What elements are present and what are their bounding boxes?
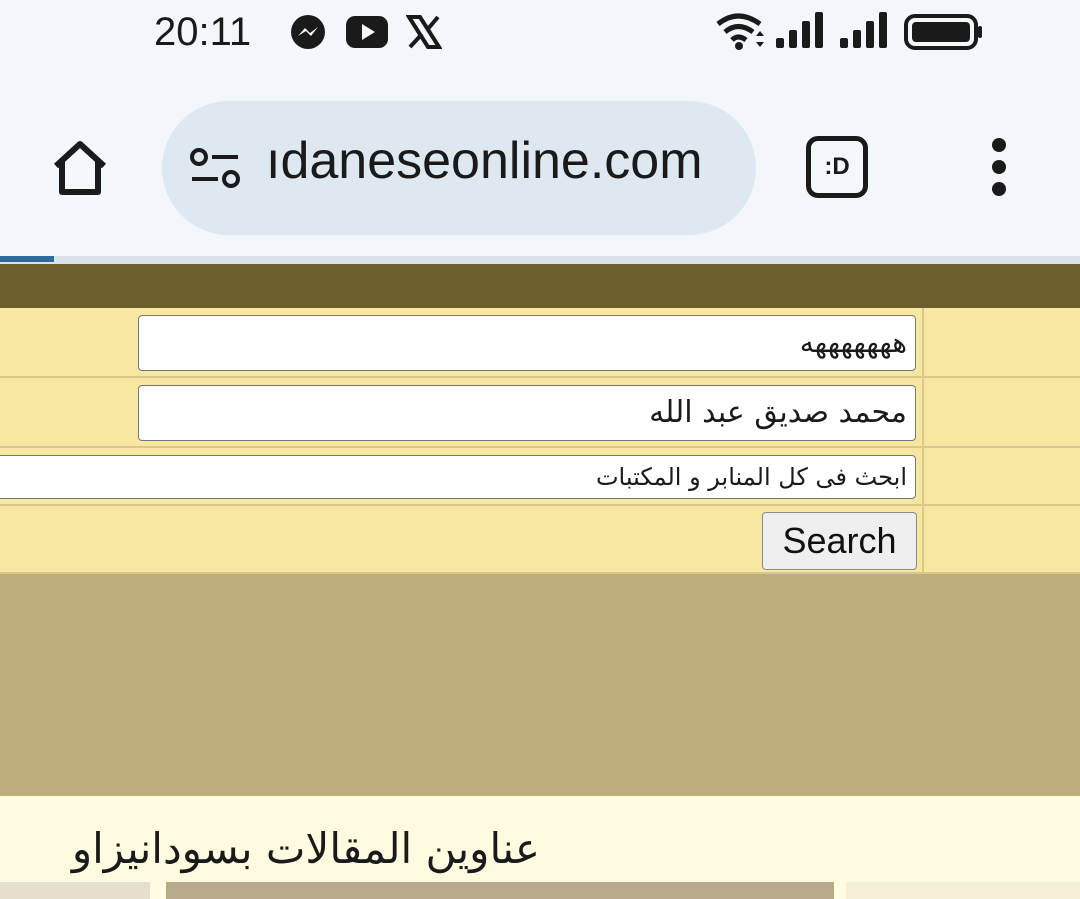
signal-icon bbox=[776, 12, 826, 53]
section-heading-container: عناوين المقالات بسودانيزاو bbox=[0, 796, 1080, 886]
browser-toolbar: ıdaneseonline.com :D bbox=[0, 66, 1080, 256]
header-band bbox=[0, 264, 1080, 308]
search-scope-field[interactable]: ابحث فى كل المنابر و المكتبات bbox=[0, 455, 916, 499]
status-bar: 20:11 bbox=[0, 0, 1080, 66]
form-row-4: Search bbox=[0, 506, 1080, 574]
web-page: هههههههه محمد صديق عبد الله ابحث فى كل ا… bbox=[0, 264, 1080, 899]
text-field-1[interactable]: هههههههه bbox=[138, 315, 916, 371]
wifi-icon bbox=[716, 12, 766, 57]
home-icon bbox=[53, 141, 107, 195]
signal-icon bbox=[840, 12, 890, 53]
x-icon bbox=[405, 14, 443, 55]
more-menu-icon[interactable] bbox=[986, 138, 1012, 198]
row-separator bbox=[922, 378, 924, 446]
banner-area bbox=[0, 574, 1080, 796]
tab-switcher-button[interactable]: :D bbox=[806, 136, 868, 198]
battery-icon bbox=[904, 14, 984, 55]
row-separator bbox=[922, 448, 924, 504]
form-row-1: هههههههه bbox=[0, 308, 1080, 378]
url-text: ıdaneseonline.com bbox=[266, 132, 703, 190]
page-load-progress bbox=[0, 256, 1080, 264]
search-button[interactable]: Search bbox=[762, 512, 917, 570]
messenger-icon bbox=[290, 14, 326, 57]
progress-fill bbox=[0, 256, 54, 262]
status-time: 20:11 bbox=[154, 10, 252, 54]
page-info-icon[interactable] bbox=[188, 146, 244, 195]
form-row-3: ابحث فى كل المنابر و المكتبات bbox=[0, 448, 1080, 506]
form-row-2: محمد صديق عبد الله bbox=[0, 378, 1080, 448]
thumbnail[interactable] bbox=[0, 882, 150, 899]
youtube-icon bbox=[346, 16, 388, 53]
home-button[interactable] bbox=[44, 132, 116, 204]
thumbnail[interactable] bbox=[166, 882, 834, 899]
row-separator bbox=[922, 308, 924, 376]
thumbnail[interactable] bbox=[846, 882, 1080, 899]
row-separator bbox=[922, 506, 924, 572]
address-bar[interactable]: ıdaneseonline.com bbox=[162, 101, 756, 235]
article-thumbnails bbox=[0, 882, 1080, 899]
section-heading: عناوين المقالات بسودانيزاو bbox=[71, 824, 540, 873]
text-field-2[interactable]: محمد صديق عبد الله bbox=[138, 385, 916, 441]
